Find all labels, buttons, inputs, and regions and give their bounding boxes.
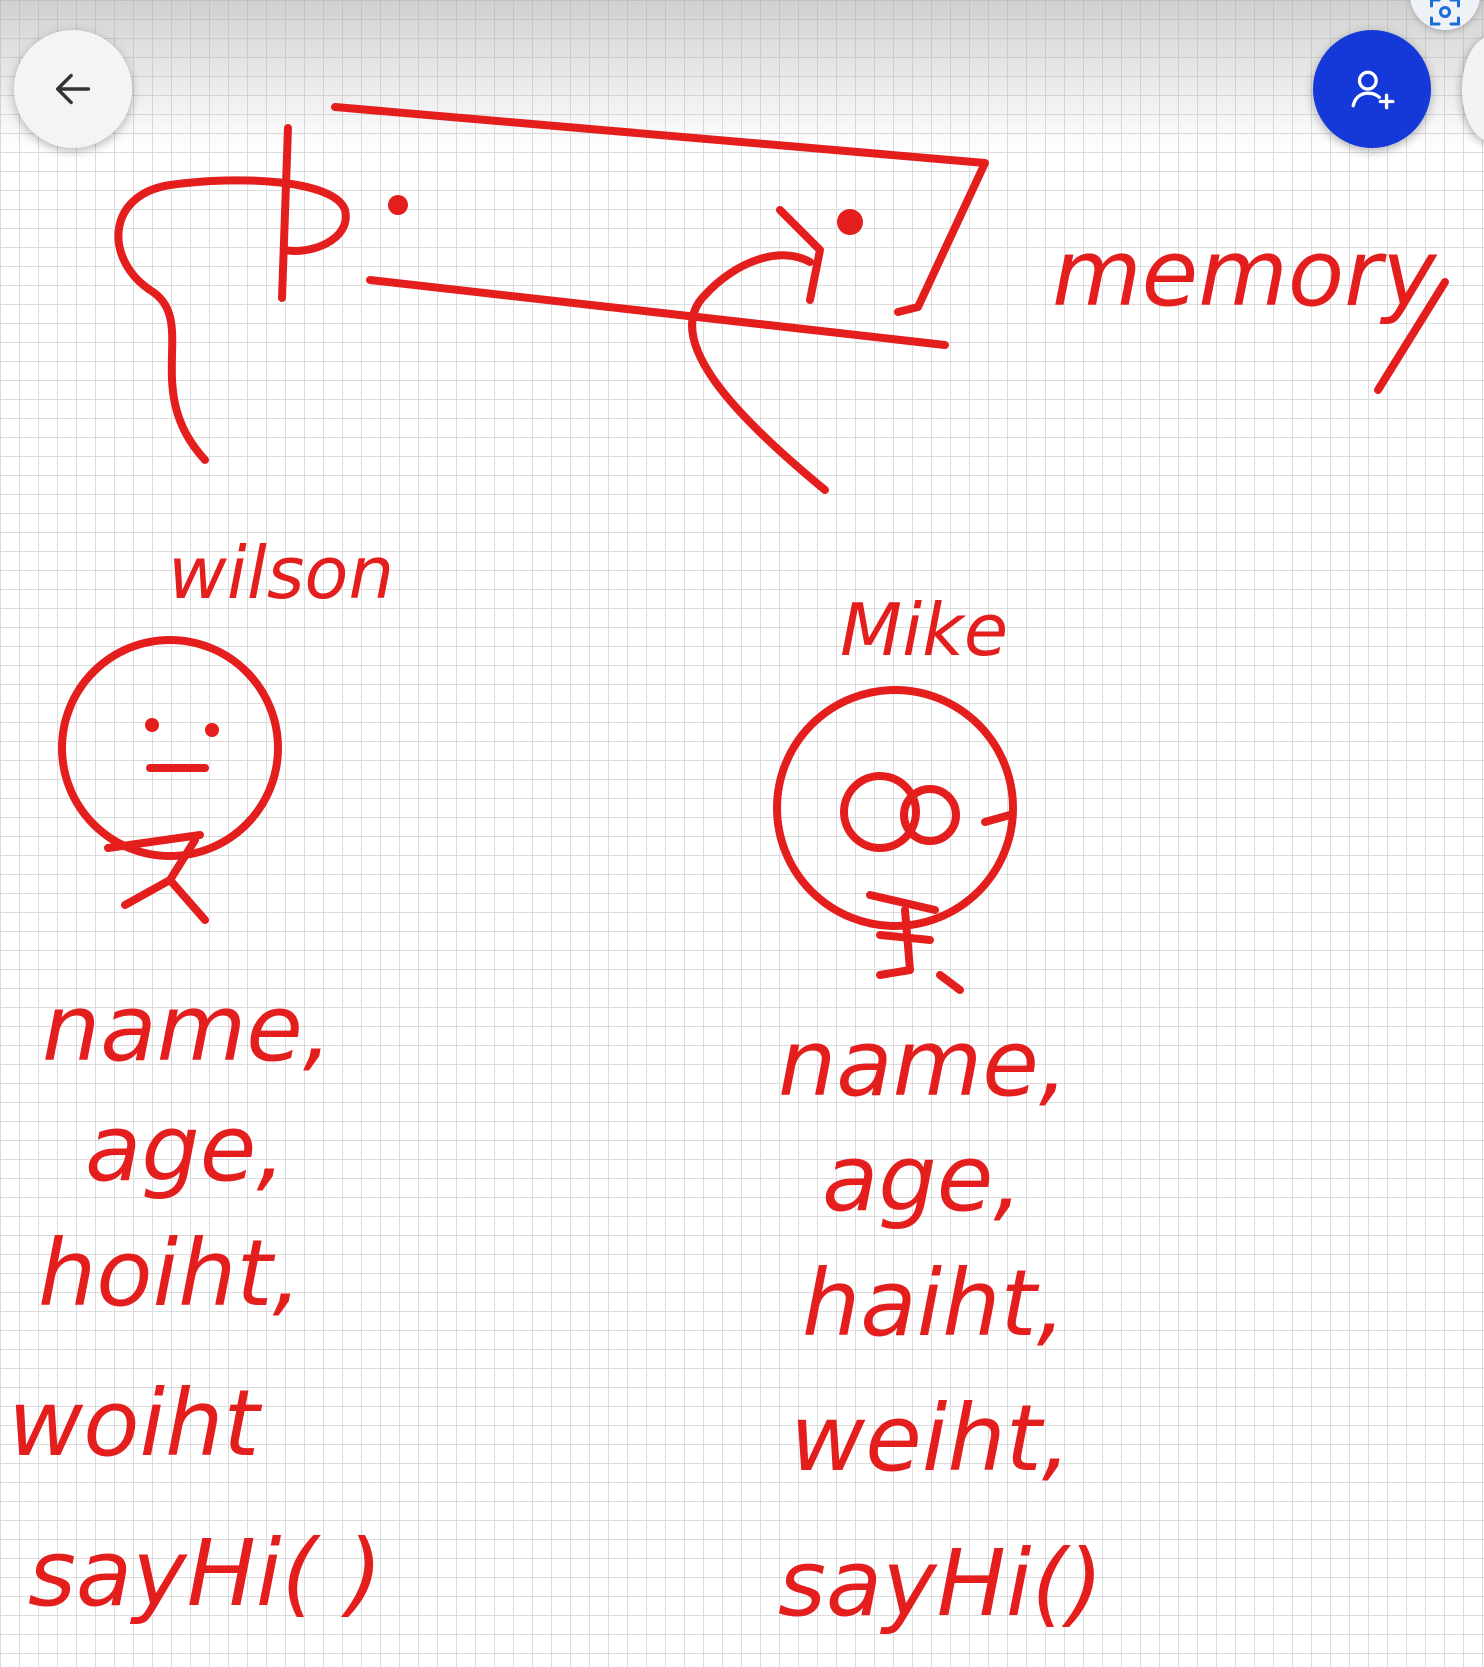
mike-glasses-right xyxy=(900,785,960,845)
mike-prop-age: age, xyxy=(822,1125,1023,1232)
drawing-canvas[interactable]: memory wilson name, age, hoiht, woiht sa… xyxy=(0,0,1484,1667)
wilson-prop-weight: woiht xyxy=(8,1370,262,1477)
wilson-prop-sayhi: sayHi( ) xyxy=(28,1520,383,1627)
wilson-reference-arrow xyxy=(114,176,350,464)
mike-memory-dot xyxy=(837,209,863,235)
memory-box-top xyxy=(331,103,989,311)
mike-head xyxy=(773,686,1017,930)
memory-box xyxy=(278,103,989,349)
mike-properties: name, age, haiht, weiht, sayHi() xyxy=(778,1010,1103,1637)
mike-prop-height: haiht, xyxy=(802,1250,1066,1357)
person-add-icon xyxy=(1351,70,1395,110)
mike-ear xyxy=(981,811,1014,826)
wilson-figure xyxy=(58,636,282,924)
wilson-eye-left xyxy=(145,718,159,732)
wilson-prop-height: hoiht, xyxy=(38,1220,302,1327)
mike-prop-weight: weiht, xyxy=(790,1385,1071,1492)
mike-prop-sayhi: sayHi() xyxy=(778,1530,1103,1637)
wilson-eye-right xyxy=(205,723,219,737)
memory-box-bottom xyxy=(366,276,949,349)
arrow-left-icon xyxy=(55,73,91,105)
wilson-prop-age: age, xyxy=(85,1095,286,1202)
mike-figure xyxy=(773,686,1017,994)
add-user-button[interactable] xyxy=(1313,30,1431,148)
mike-prop-name: name, xyxy=(778,1010,1068,1117)
scan-icon xyxy=(1430,0,1460,26)
wilson-body xyxy=(104,831,209,924)
mike-name-label: Mike xyxy=(840,588,1008,672)
wilson-prop-name: name, xyxy=(42,975,332,1082)
mike-body xyxy=(866,891,964,994)
wilson-name-label: wilson xyxy=(168,531,394,615)
wilson-properties: name, age, hoiht, woiht sayHi( ) xyxy=(8,975,383,1627)
memory-box-left-tick xyxy=(278,124,292,302)
back-button[interactable] xyxy=(14,30,132,148)
mike-reference-arrow xyxy=(688,251,829,494)
wilson-memory-dot xyxy=(388,195,408,215)
wilson-head xyxy=(58,636,282,860)
memory-label: memory xyxy=(1052,220,1438,327)
memory-box-corner xyxy=(894,303,922,316)
